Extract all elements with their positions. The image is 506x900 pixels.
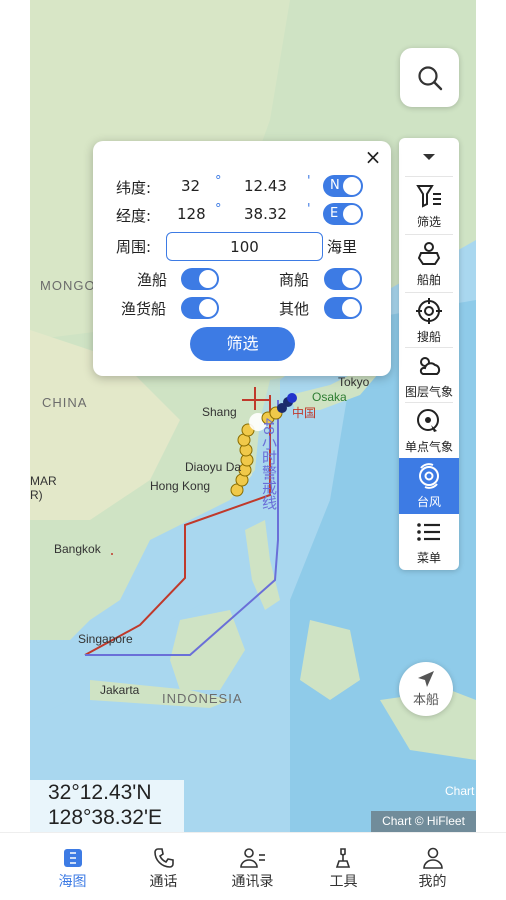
- longitude-readout: 128°38.32'E: [48, 806, 163, 829]
- label-hongkong: Hong Kong: [150, 479, 211, 493]
- fish-cargo-label: 渔货船: [121, 300, 167, 318]
- navigation-arrow-icon: [418, 671, 434, 687]
- toolbar-point-weather-label: 单点气象: [404, 440, 453, 454]
- fish-cargo-toggle[interactable]: [181, 297, 219, 319]
- locate-own-ship-label: 本船: [412, 693, 439, 708]
- nav-contacts[interactable]: 通讯录: [202, 833, 303, 900]
- label-jakarta: Jakarta: [100, 683, 140, 697]
- toolbar-ships-label: 船舶: [416, 273, 441, 287]
- nav-contacts-label: 通讯录: [231, 874, 274, 890]
- latitude-readout: 32°12.43'N: [48, 781, 152, 804]
- ship-type-row-1: 渔船 商船: [93, 263, 391, 293]
- label-mar: MAR: [30, 474, 57, 488]
- label-indonesia: INDONESIA: [162, 691, 243, 706]
- latitude-minutes[interactable]: 12.43: [244, 177, 287, 195]
- longitude-row: 经度: 128 ° 38.32 ' E: [93, 199, 391, 229]
- label-china: CHINA: [42, 395, 88, 410]
- toolbar-filter[interactable]: 筛选: [399, 178, 459, 234]
- menu-icon: [417, 523, 440, 541]
- chevron-down-icon: [423, 154, 435, 160]
- fishing-label: 渔船: [137, 271, 168, 289]
- degree-symbol: °: [215, 202, 222, 217]
- other-toggle[interactable]: [324, 297, 362, 319]
- latitude-row: 纬度: 32 ° 12.43 ' N: [93, 171, 391, 201]
- apply-filter-button[interactable]: 筛选: [190, 327, 295, 361]
- longitude-label: 经度:: [116, 207, 152, 225]
- toolbar-point-weather[interactable]: 单点气象: [399, 403, 459, 459]
- merchant-label: 商船: [279, 271, 310, 289]
- weather-layer-icon: [419, 357, 441, 375]
- toolbar-search-ship-label: 搜船: [416, 330, 441, 344]
- user-icon: [422, 847, 443, 869]
- nav-chart[interactable]: 海图: [22, 833, 123, 900]
- toolbar-typhoon-label: 台风: [416, 495, 441, 509]
- chart-icon: [63, 849, 82, 867]
- nav-call-label: 通话: [149, 874, 178, 890]
- longitude-hemisphere-toggle[interactable]: E: [323, 203, 363, 225]
- contacts-icon: [239, 848, 265, 868]
- label-mar2: R): [30, 488, 43, 502]
- toolbar-menu-label: 菜单: [416, 551, 441, 565]
- nav-chart-label: 海图: [58, 874, 87, 890]
- close-icon[interactable]: ×: [361, 145, 385, 169]
- toolbar-filter-label: 筛选: [416, 215, 441, 229]
- ship-icon: [417, 242, 441, 265]
- range-unit: 海里: [327, 238, 358, 256]
- filter-icon: [416, 185, 441, 208]
- label-singapore: Singapore: [78, 632, 133, 646]
- latitude-hemisphere-toggle[interactable]: N: [323, 175, 363, 197]
- fishing-toggle[interactable]: [181, 268, 219, 290]
- nav-tools-label: 工具: [329, 874, 358, 890]
- point-weather-icon: [417, 409, 439, 432]
- label-tokyo: Tokyo: [338, 375, 370, 389]
- warning-line-label: 48小时警戒线: [260, 418, 277, 510]
- ship-type-row-2: 渔货船 其他: [93, 292, 391, 322]
- degree-symbol: °: [215, 174, 222, 189]
- right-toolbar: 筛选 船舶 搜船 图层气象 单点气象 台风 菜单: [399, 138, 459, 570]
- toolbar-collapse[interactable]: [399, 138, 459, 176]
- toolbar-ships[interactable]: 船舶: [399, 236, 459, 292]
- toolbar-typhoon[interactable]: 台风: [399, 458, 459, 514]
- search-icon: [417, 65, 442, 90]
- coordinate-readout: 32°12.43'N 128°38.32'E: [30, 780, 184, 832]
- map-copyright: Chart © HiFleet: [371, 811, 476, 832]
- range-label: 周围:: [116, 238, 152, 256]
- longitude-degrees[interactable]: 128: [177, 205, 206, 223]
- merchant-toggle[interactable]: [324, 268, 362, 290]
- label-diaoyu: Diaoyu Da: [185, 460, 242, 474]
- other-label: 其他: [279, 300, 310, 318]
- minute-symbol: ': [307, 174, 311, 189]
- toolbar-weather-layer-label: 图层气象: [404, 385, 453, 399]
- label-shanghai: Shang: [202, 405, 237, 419]
- typhoon-icon: [419, 463, 439, 489]
- longitude-minutes[interactable]: 38.32: [244, 205, 287, 223]
- minute-symbol: ': [307, 202, 311, 217]
- label-bangkok: Bangkok: [54, 542, 101, 556]
- toolbar-search-ship[interactable]: 搜船: [399, 293, 459, 349]
- bottom-navigation: 海图 通话 通讯录 工具 我的: [0, 832, 506, 900]
- range-input[interactable]: [166, 232, 323, 261]
- nav-profile-label: 我的: [418, 874, 447, 890]
- toolbar-menu[interactable]: 菜单: [399, 514, 459, 570]
- longitude-hemisphere-label: E: [330, 206, 339, 221]
- search-button[interactable]: [400, 48, 459, 107]
- locate-own-ship-button[interactable]: 本船: [399, 662, 453, 716]
- phone-icon: [153, 848, 174, 868]
- wrench-icon: [335, 848, 350, 868]
- target-icon: [416, 298, 442, 324]
- nav-profile[interactable]: 我的: [382, 833, 483, 900]
- nav-call[interactable]: 通话: [113, 833, 214, 900]
- latitude-hemisphere-label: N: [330, 178, 340, 193]
- label-osaka: Osaka: [312, 390, 347, 404]
- label-china-cn: 中国: [292, 406, 317, 420]
- toolbar-weather-layer[interactable]: 图层气象: [399, 348, 459, 404]
- label-chart-se: Chart Se: [445, 784, 476, 798]
- latitude-label: 纬度:: [116, 179, 152, 197]
- latitude-degrees[interactable]: 32: [181, 177, 200, 195]
- nav-tools[interactable]: 工具: [293, 833, 394, 900]
